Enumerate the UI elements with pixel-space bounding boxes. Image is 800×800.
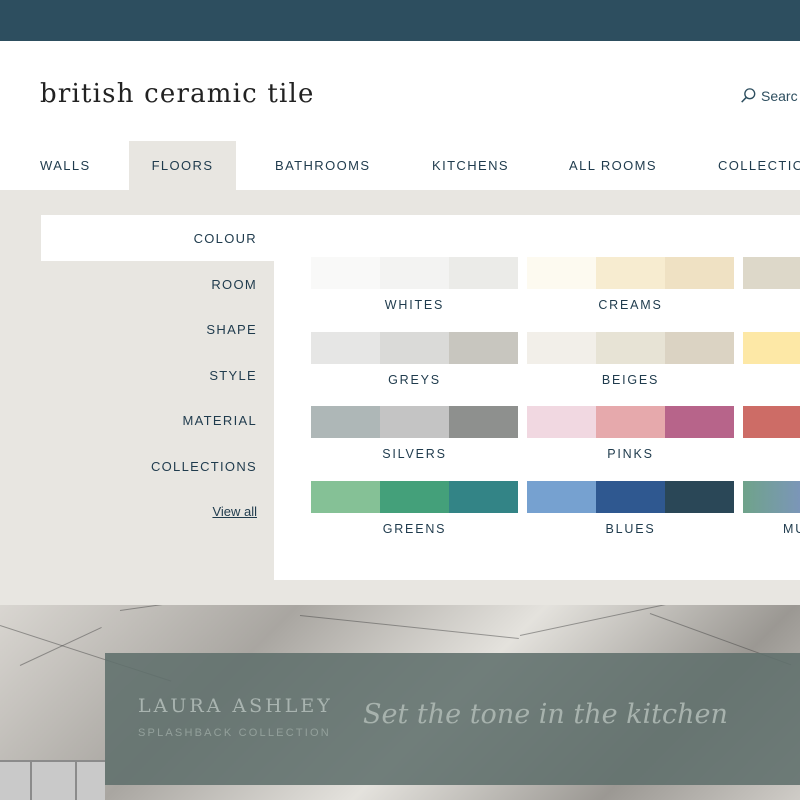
nav-bathrooms[interactable]: BATHROOMS: [275, 141, 370, 190]
colour-group-label: GREYS: [388, 373, 441, 387]
colour-group-label: SILVERS: [382, 447, 447, 461]
hero-brand: LAURA ASHLEY: [138, 695, 333, 717]
swatch: [449, 257, 518, 289]
swatch: [527, 481, 596, 513]
swatch-strip: [743, 481, 800, 513]
swatch: [743, 332, 800, 364]
mega-menu: COLOUR ROOM SHAPE STYLE MATERIAL COLLECT…: [0, 190, 800, 605]
swatch: [665, 257, 734, 289]
swatch: [449, 406, 518, 438]
marble-vein: [299, 615, 519, 639]
swatch: [596, 332, 665, 364]
swatch: [311, 332, 380, 364]
colour-group-partial[interactable]: [743, 332, 800, 390]
search-label: Searc: [761, 87, 798, 104]
swatch: [527, 406, 596, 438]
swatch-strip: [311, 332, 518, 364]
swatch: [527, 332, 596, 364]
hero-banner: LAURA ASHLEY SPLASHBACK COLLECTION Set t…: [0, 605, 800, 800]
swatch-strip: [527, 257, 734, 289]
colour-group-whites[interactable]: WHITES: [311, 257, 518, 315]
side-item-room[interactable]: ROOM: [41, 277, 257, 292]
marble-vein: [19, 627, 102, 666]
swatch: [449, 481, 518, 513]
colour-group-multi[interactable]: MU: [743, 481, 800, 539]
colour-group-label: WHITES: [384, 298, 445, 312]
swatch: [311, 257, 380, 289]
swatch: [596, 406, 665, 438]
hero-tagline: Set the tone in the kitchen: [363, 699, 728, 730]
nav-walls[interactable]: WALLS: [40, 141, 90, 190]
nav-kitchens[interactable]: KITCHENS: [432, 141, 508, 190]
colour-panel: WHITES CREAMS GREYS BEIGES SILVERS PINKS…: [274, 215, 800, 580]
swatch: [743, 481, 800, 513]
hero-subtitle: SPLASHBACK COLLECTION: [138, 727, 331, 739]
colour-group-beiges[interactable]: BEIGES: [527, 332, 734, 390]
swatch: [449, 332, 518, 364]
colour-group-greens[interactable]: GREENS: [311, 481, 518, 539]
marble-vein: [519, 605, 716, 636]
colour-group-creams[interactable]: CREAMS: [527, 257, 734, 315]
swatch: [665, 481, 734, 513]
side-item-shape[interactable]: SHAPE: [41, 322, 257, 337]
nav-floors[interactable]: FLOORS: [129, 141, 236, 190]
swatch: [311, 406, 380, 438]
swatch-strip: [743, 257, 800, 289]
swatch-strip: [527, 481, 734, 513]
colour-group-greys[interactable]: GREYS: [311, 332, 518, 390]
colour-group-label: CREAMS: [598, 298, 663, 312]
side-item-style[interactable]: STYLE: [41, 368, 257, 383]
swatch: [380, 481, 449, 513]
swatch: [596, 257, 665, 289]
swatch: [527, 257, 596, 289]
side-item-colour[interactable]: COLOUR: [41, 231, 257, 246]
swatch: [665, 406, 734, 438]
swatch-strip: [527, 406, 734, 438]
side-item-collections[interactable]: COLLECTIONS: [41, 459, 257, 474]
swatch-strip: [743, 406, 800, 438]
colour-group-label: BEIGES: [601, 373, 660, 387]
colour-group-label: MU: [783, 522, 800, 536]
colour-group-silvers[interactable]: SILVERS: [311, 406, 518, 464]
colour-group-pinks[interactable]: PINKS: [527, 406, 734, 464]
swatch-strip: [311, 406, 518, 438]
colour-group-partial[interactable]: [743, 406, 800, 464]
tile-wall: [0, 760, 105, 800]
site-header: british ceramic tile Searc: [0, 41, 800, 141]
swatch: [596, 481, 665, 513]
main-nav: WALLS FLOORS BATHROOMS KITCHENS ALL ROOM…: [0, 141, 800, 190]
search-button[interactable]: Searc: [740, 87, 798, 104]
marble-vein: [119, 605, 279, 611]
swatch: [380, 257, 449, 289]
swatch: [743, 257, 800, 289]
swatch: [311, 481, 380, 513]
swatch: [665, 332, 734, 364]
hero-overlay[interactable]: LAURA ASHLEY SPLASHBACK COLLECTION Set t…: [105, 653, 800, 785]
colour-group-label: PINKS: [607, 447, 654, 461]
nav-collections[interactable]: COLLECTIO: [718, 141, 800, 190]
side-item-material[interactable]: MATERIAL: [41, 413, 257, 428]
site-logo[interactable]: british ceramic tile: [40, 79, 315, 109]
colour-group-blues[interactable]: BLUES: [527, 481, 734, 539]
swatch-strip: [311, 257, 518, 289]
swatch: [380, 406, 449, 438]
nav-all-rooms[interactable]: ALL ROOMS: [569, 141, 656, 190]
colour-group-label: GREENS: [382, 522, 447, 536]
swatch: [743, 406, 800, 438]
swatch-strip: [311, 481, 518, 513]
swatch: [380, 332, 449, 364]
colour-group-partial[interactable]: [743, 257, 800, 315]
search-icon: [741, 88, 756, 103]
top-bar: [0, 0, 800, 41]
swatch-strip: [527, 332, 734, 364]
swatch-strip: [743, 332, 800, 364]
colour-group-label: BLUES: [605, 522, 656, 536]
view-all-link[interactable]: View all: [212, 504, 257, 519]
